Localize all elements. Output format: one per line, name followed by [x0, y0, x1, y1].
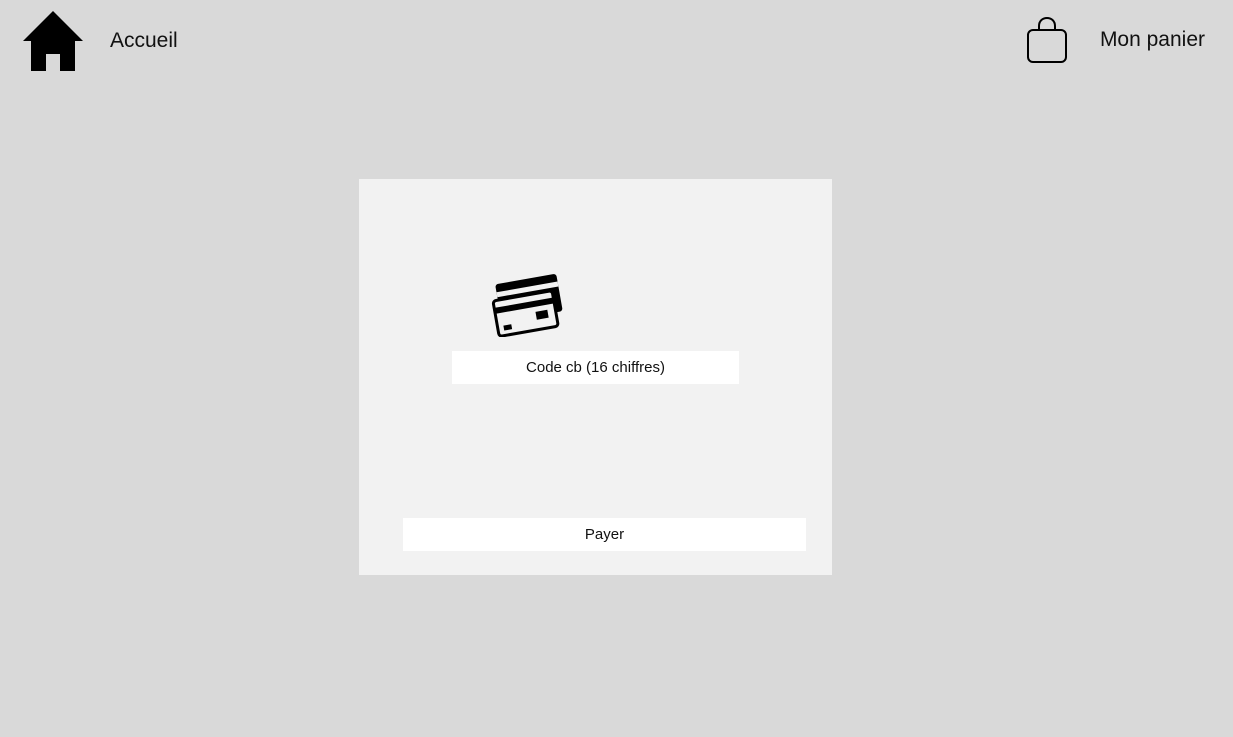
card-code-input[interactable]: [452, 351, 739, 384]
cart-link[interactable]: Mon panier: [1026, 16, 1205, 64]
pay-button[interactable]: Payer: [403, 518, 806, 551]
credit-cards-icon: [491, 274, 563, 337]
shopping-bag-icon: [1026, 16, 1067, 63]
page: Accueil Mon panier Payer: [0, 0, 1233, 737]
home-icon: [23, 11, 83, 71]
home-label: Accueil: [110, 29, 178, 52]
cart-label: Mon panier: [1099, 28, 1205, 51]
payment-panel: Payer: [359, 179, 832, 575]
home-link[interactable]: Accueil: [22, 10, 178, 72]
